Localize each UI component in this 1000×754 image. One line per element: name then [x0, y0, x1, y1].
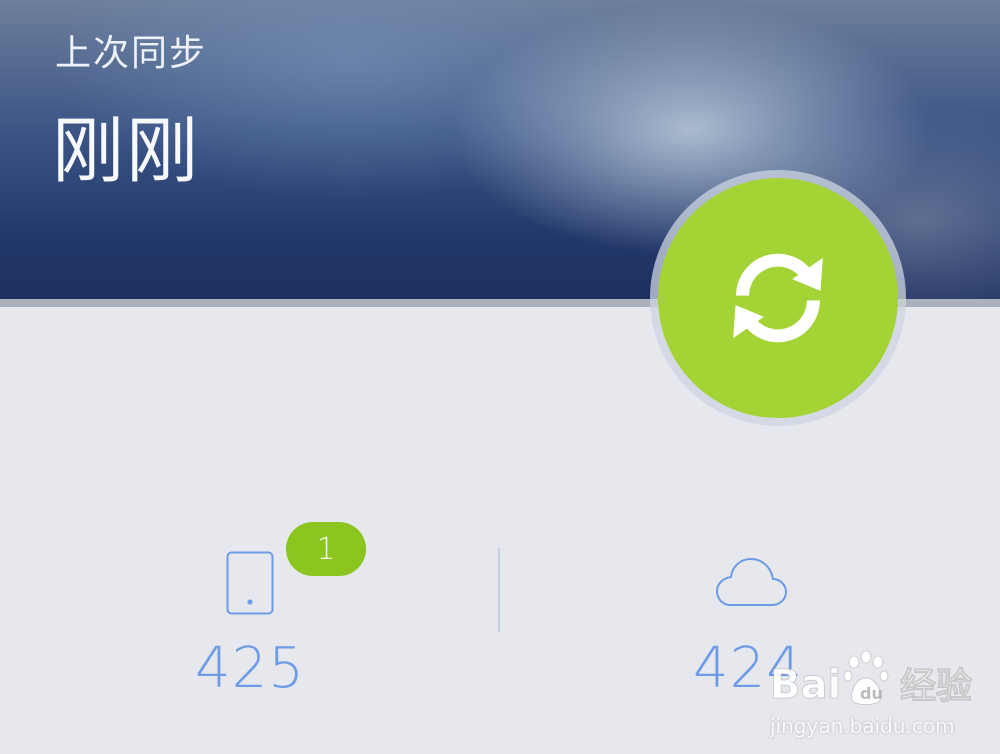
- cloud-icon: [715, 557, 788, 606]
- unsynced-badge: 1: [286, 522, 366, 576]
- phone-icon: [226, 551, 274, 615]
- sync-icon: [733, 253, 823, 343]
- cloud-count: 424: [693, 636, 803, 701]
- last-sync-label: 上次同步: [55, 33, 208, 74]
- last-sync-time: 刚刚: [52, 109, 201, 193]
- svg-text:du: du: [860, 684, 883, 703]
- sync-button[interactable]: [658, 178, 898, 418]
- svg-text:经验: 经验: [900, 666, 972, 707]
- stats-divider: [498, 548, 500, 632]
- watermark-url: jingyan.baidu.com: [770, 714, 955, 738]
- local-count: 425: [195, 636, 305, 701]
